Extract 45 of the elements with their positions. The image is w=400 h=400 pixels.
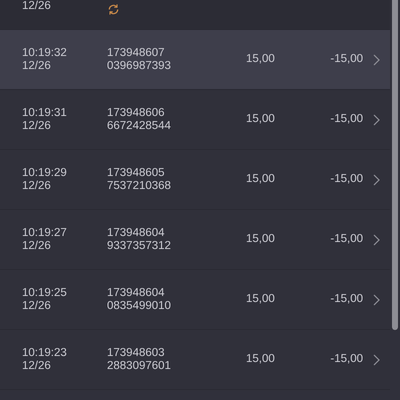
time-text: 10:19:27 <box>22 226 68 240</box>
transaction-id: 173948607 <box>107 46 166 60</box>
reference-number: 7537210368 <box>107 180 172 192</box>
balance-text: -15,00 <box>329 113 363 126</box>
chevron-right-icon[interactable] <box>372 354 380 366</box>
transaction-id: 173948604 <box>107 286 166 300</box>
amount-text: 15,00 <box>246 113 276 126</box>
balance-text: -15,00 <box>329 173 363 186</box>
amount-text: 15,00 <box>246 293 276 306</box>
reference-number: 2883097601 <box>107 360 172 372</box>
date-text: 12/26 <box>22 120 52 132</box>
amount-text: 15,00 <box>246 173 276 186</box>
transaction-id: 173948606 <box>107 106 166 120</box>
transaction-row[interactable]: 10:19:32 12/26 173948607 0396987393 15,00 -15,00 <box>0 30 390 90</box>
reference-number: 6672428544 <box>107 120 172 132</box>
time-text: 10:19:29 <box>22 166 68 180</box>
scrollbar-thumb[interactable] <box>392 0 398 330</box>
amount-text: 15,00 <box>246 53 276 66</box>
balance-text: -15,00 <box>329 353 363 366</box>
chevron-right-icon[interactable] <box>372 234 380 246</box>
transaction-id: 173948603 <box>107 346 166 360</box>
time-text: 10:19:32 <box>22 46 68 60</box>
time-text: 10:19:31 <box>22 106 68 120</box>
chevron-right-icon[interactable] <box>372 114 380 126</box>
balance-text: -15,00 <box>329 293 363 306</box>
chevron-right-icon[interactable] <box>372 174 380 186</box>
time-text: 10:19:25 <box>22 286 68 300</box>
date-text: 12/26 <box>22 360 52 372</box>
date-text: 12/26 <box>22 60 52 72</box>
date-text: 12/26 <box>22 240 52 252</box>
amount-text: 15,00 <box>246 353 276 366</box>
transaction-id: 173948604 <box>107 226 166 240</box>
time-text: 10:19:23 <box>22 346 68 360</box>
chevron-right-icon[interactable] <box>372 54 380 66</box>
transaction-id: 173948605 <box>107 166 166 180</box>
reference-number: 0835499010 <box>107 300 172 312</box>
date-text: 12/26 <box>22 0 52 13</box>
balance-text: -15,00 <box>329 233 363 246</box>
balance-text: -15,00 <box>329 53 363 66</box>
date-text: 12/26 <box>22 180 52 192</box>
reference-number: 9337357312 <box>107 240 172 252</box>
amount-text: 15,00 <box>246 233 276 246</box>
date-text: 12/26 <box>22 300 52 312</box>
reference-number: 0396987393 <box>107 60 172 72</box>
chevron-right-icon[interactable] <box>372 294 380 306</box>
